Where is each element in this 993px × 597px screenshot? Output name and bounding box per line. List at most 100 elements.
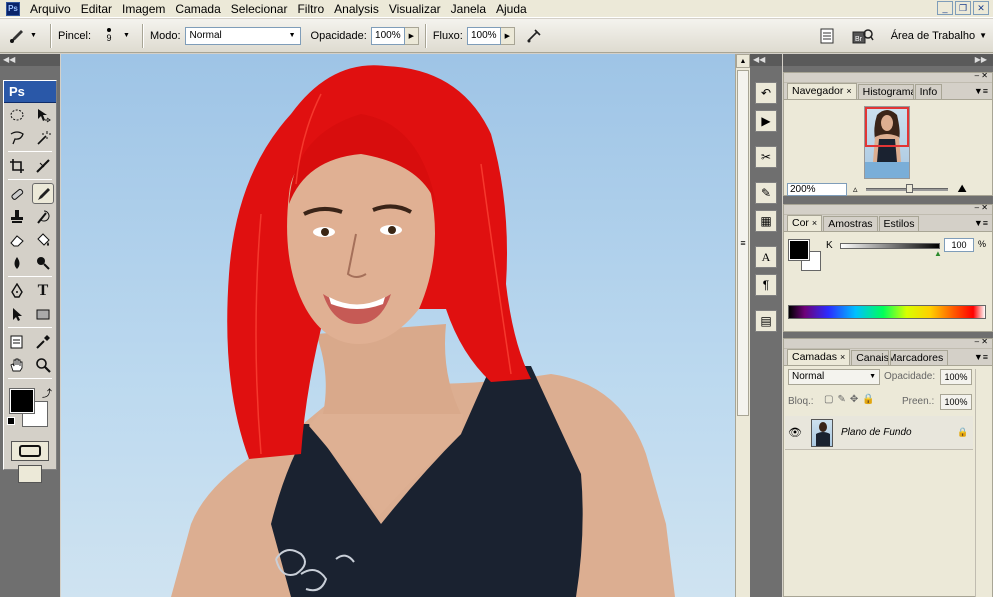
paragraph-panel-icon[interactable]: ¶	[755, 274, 777, 296]
lock-options-icon[interactable]: ▢✎✥🔒	[824, 394, 879, 405]
blur-tool-icon[interactable]	[6, 252, 28, 273]
document-canvas[interactable]	[61, 54, 735, 597]
visibility-eye-icon[interactable]: 👁	[785, 426, 805, 439]
panel-grip[interactable]: – ✕	[784, 337, 992, 349]
collapse-icon[interactable]: ◀◀	[0, 54, 60, 66]
airbrush-toggle[interactable]	[523, 25, 545, 47]
panel-grip[interactable]: – ✕	[784, 71, 992, 83]
tab-estilos[interactable]: Estilos	[878, 216, 920, 231]
palette-well-button[interactable]	[817, 26, 837, 46]
toolbox-logo[interactable]: Ps	[4, 81, 56, 103]
expand-icon[interactable]: ▶▶	[783, 54, 993, 66]
workspace-label[interactable]: Área de Trabalho	[891, 30, 975, 42]
tab-cor[interactable]: Cor ×	[787, 215, 823, 231]
tab-histograma[interactable]: Histograma	[857, 84, 914, 99]
panel-menu-icon[interactable]: ▼≡	[974, 218, 988, 228]
navigator-preview[interactable]	[864, 106, 910, 179]
opacity-input[interactable]: 100%	[370, 26, 405, 45]
menu-imagem[interactable]: Imagem	[117, 0, 170, 18]
restore-button[interactable]: ❐	[955, 1, 971, 15]
magic-wand-tool-icon[interactable]	[32, 127, 54, 148]
tab-close-icon[interactable]: ×	[812, 218, 817, 228]
zoom-tool-icon[interactable]	[32, 354, 54, 375]
tab-camadas[interactable]: Camadas ×	[787, 349, 851, 365]
flow-slider-button[interactable]: ▶	[500, 26, 515, 45]
slice-tool-icon[interactable]	[32, 155, 54, 176]
tab-close-icon[interactable]: ×	[846, 86, 851, 96]
scroll-thumb[interactable]: ≡	[737, 70, 749, 416]
marquee-tool-icon[interactable]	[6, 104, 28, 125]
crop-tool-icon[interactable]	[6, 155, 28, 176]
eyedropper-tool-icon[interactable]	[32, 331, 54, 352]
tab-info[interactable]: Info	[914, 84, 943, 99]
zoom-out-icon[interactable]: ▵	[853, 184, 858, 195]
workspace-chevron-icon[interactable]: ▼	[979, 31, 987, 40]
screen-mode-button[interactable]	[18, 465, 42, 483]
character-panel-icon[interactable]: A	[755, 246, 777, 268]
menu-analysis[interactable]: Analysis	[329, 0, 384, 18]
foreground-color-swatch[interactable]	[9, 388, 35, 414]
minimize-panel-icon[interactable]: – ✕	[975, 337, 988, 346]
notes-tool-icon[interactable]	[6, 331, 28, 352]
panel-grip[interactable]: – ✕	[784, 203, 992, 215]
layer-comps-icon[interactable]: ▤	[755, 310, 777, 332]
app-logo-icon[interactable]: Ps	[6, 1, 20, 16]
path-selection-tool-icon[interactable]	[6, 303, 28, 324]
clone-source-icon[interactable]: ▦	[755, 210, 777, 232]
mode-select[interactable]: Normal ▼	[184, 26, 301, 45]
menu-selecionar[interactable]: Selecionar	[226, 0, 293, 18]
menu-editar[interactable]: Editar	[76, 0, 117, 18]
scroll-up-icon[interactable]: ▲	[736, 54, 750, 68]
zoom-slider-knob[interactable]	[905, 184, 913, 193]
swap-colors-icon[interactable]: ⤴	[42, 385, 52, 400]
close-button[interactable]: ✕	[973, 1, 989, 15]
menu-filtro[interactable]: Filtro	[292, 0, 329, 18]
zoom-slider[interactable]	[865, 184, 948, 193]
move-tool-icon[interactable]	[32, 104, 54, 125]
foreground-color-swatch[interactable]	[788, 239, 810, 261]
tool-preset-picker[interactable]: ▼	[8, 23, 44, 49]
collapse-icon[interactable]: ◀◀	[750, 54, 782, 66]
brush-picker[interactable]: 9	[95, 23, 123, 49]
eraser-tool-icon[interactable]	[6, 229, 28, 250]
menu-arquivo[interactable]: Arquivo	[25, 0, 76, 18]
brush-tool-icon[interactable]	[32, 183, 54, 204]
menu-ajuda[interactable]: Ajuda	[491, 0, 532, 18]
panel-menu-icon[interactable]: ▼≡	[974, 86, 988, 96]
default-colors-icon[interactable]	[7, 417, 15, 425]
navigator-view-box[interactable]	[865, 107, 909, 147]
minimize-panel-icon[interactable]: – ✕	[975, 71, 988, 80]
type-tool-icon[interactable]: T	[32, 280, 54, 301]
menu-janela[interactable]: Janela	[446, 0, 491, 18]
color-spectrum-ramp[interactable]	[788, 305, 986, 319]
history-panel-icon[interactable]: ↶	[755, 82, 777, 104]
minimize-button[interactable]: _	[937, 1, 953, 15]
pen-tool-icon[interactable]	[6, 280, 28, 301]
zoom-in-icon[interactable]: ⛰	[958, 183, 967, 196]
zoom-input[interactable]: 200%	[787, 183, 847, 196]
tab-close-icon[interactable]: ×	[840, 352, 845, 362]
minimize-panel-icon[interactable]: – ✕	[975, 203, 988, 212]
k-slider-knob-icon[interactable]: ▲	[934, 249, 942, 258]
layers-scrollbar[interactable]	[975, 369, 992, 597]
fill-input[interactable]: 100%	[940, 394, 972, 410]
menu-visualizar[interactable]: Visualizar	[384, 0, 446, 18]
blend-mode-select[interactable]: Normal ▼	[788, 369, 880, 385]
history-brush-tool-icon[interactable]	[32, 206, 54, 227]
dodge-tool-icon[interactable]	[32, 252, 54, 273]
quick-mask-button[interactable]	[11, 441, 49, 461]
panel-menu-icon[interactable]: ▼≡	[974, 352, 988, 362]
k-slider[interactable]	[840, 243, 940, 249]
bridge-button[interactable]: Br	[851, 26, 875, 46]
tab-amostras[interactable]: Amostras	[823, 216, 878, 231]
actions-panel-icon[interactable]: ▶	[755, 110, 777, 132]
lasso-tool-icon[interactable]	[6, 127, 28, 148]
flow-input[interactable]: 100%	[466, 26, 501, 45]
tab-marcadores[interactable]: Marcadores	[890, 350, 949, 365]
brushes-panel-icon[interactable]: ✎	[755, 182, 777, 204]
tool-presets-icon[interactable]: ✂	[755, 146, 777, 168]
paint-bucket-tool-icon[interactable]	[32, 229, 54, 250]
clone-stamp-tool-icon[interactable]	[6, 206, 28, 227]
layer-row[interactable]: 👁 Plano de Fundo 🔒	[785, 416, 973, 450]
k-value-input[interactable]: 100	[944, 238, 974, 252]
